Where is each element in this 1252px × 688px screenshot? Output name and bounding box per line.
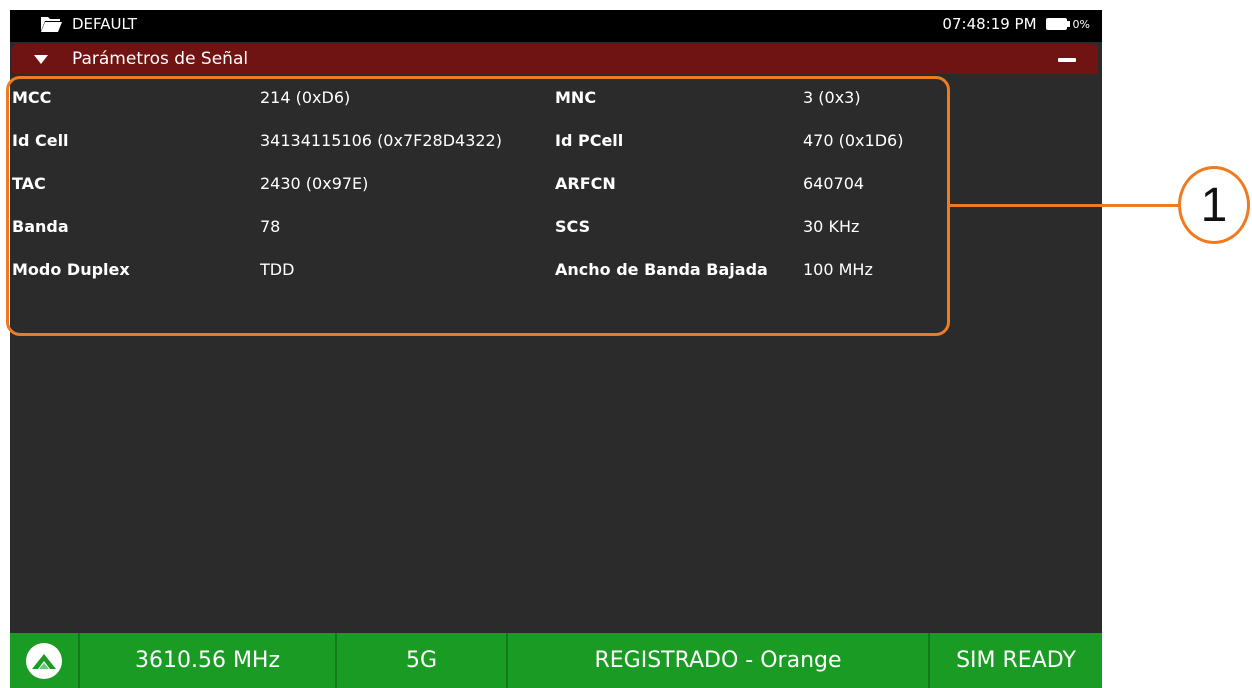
status-right: 07:48:19 PM 0%: [942, 15, 1090, 33]
param-value: 640704: [803, 174, 865, 193]
bottom-status-bar: 3610.56 MHz 5G REGISTRADO - Orange SIM R…: [10, 633, 1102, 688]
folder-icon: [41, 17, 62, 32]
profile-name: DEFAULT: [72, 15, 137, 33]
param-label: MNC: [555, 88, 597, 107]
battery-level: 0%: [1072, 17, 1090, 31]
param-label: ARFCN: [555, 174, 616, 193]
param-value: 214 (0xD6): [260, 88, 351, 107]
registration-status[interactable]: REGISTRADO - Orange: [508, 633, 930, 688]
param-label: MCC: [12, 88, 52, 107]
mountain-logo-icon: [26, 642, 62, 679]
frequency-display[interactable]: 3610.56 MHz: [80, 633, 337, 688]
signal-parameters-table: MCC 214 (0xD6) MNC 3 (0x3) Id Cell 34134…: [10, 88, 1102, 303]
param-value: 78: [260, 217, 281, 236]
param-label: Modo Duplex: [12, 260, 130, 279]
param-label: TAC: [12, 174, 46, 193]
param-value: 470 (0x1D6): [803, 131, 904, 150]
param-row: Id Cell 34134115106 (0x7F28D4322) Id PCe…: [10, 131, 1102, 174]
triangle-down-icon[interactable]: [34, 55, 48, 64]
param-label: Banda: [12, 217, 69, 236]
param-label: Ancho de Banda Bajada: [555, 260, 768, 279]
param-value: 3 (0x3): [803, 88, 861, 107]
battery-indicator: 0%: [1045, 17, 1090, 31]
section-header[interactable]: Parámetros de Señal: [12, 44, 1098, 74]
param-value: 30 KHz: [803, 217, 860, 236]
logo-button[interactable]: [10, 633, 80, 688]
param-row: TAC 2430 (0x97E) ARFCN 640704: [10, 174, 1102, 217]
param-value: 2430 (0x97E): [260, 174, 369, 193]
profile-indicator[interactable]: DEFAULT: [40, 15, 137, 33]
param-value: TDD: [260, 260, 295, 279]
param-row: Modo Duplex TDD Ancho de Banda Bajada 10…: [10, 260, 1102, 303]
callout-number: 1: [1178, 166, 1250, 244]
minus-icon: [1058, 58, 1076, 62]
param-label: SCS: [555, 217, 591, 236]
param-value: 34134115106 (0x7F28D4322): [260, 131, 502, 150]
technology-display[interactable]: 5G: [337, 633, 508, 688]
collapse-button[interactable]: [1052, 50, 1084, 70]
param-label: Id PCell: [555, 131, 624, 150]
param-row: Banda 78 SCS 30 KHz: [10, 217, 1102, 260]
param-label: Id Cell: [12, 131, 69, 150]
param-value: 100 MHz: [803, 260, 873, 279]
section-title: Parámetros de Señal: [72, 49, 249, 69]
sim-status[interactable]: SIM READY: [930, 633, 1102, 688]
device-screen: DEFAULT 07:48:19 PM 0% Parámetros de Señ…: [10, 10, 1102, 688]
status-bar: DEFAULT 07:48:19 PM 0%: [10, 10, 1102, 42]
param-row: MCC 214 (0xD6) MNC 3 (0x3): [10, 88, 1102, 131]
clock-time: 07:48:19 PM: [942, 15, 1037, 33]
callout-leader-line: [950, 204, 1180, 207]
battery-icon: [1045, 18, 1070, 30]
